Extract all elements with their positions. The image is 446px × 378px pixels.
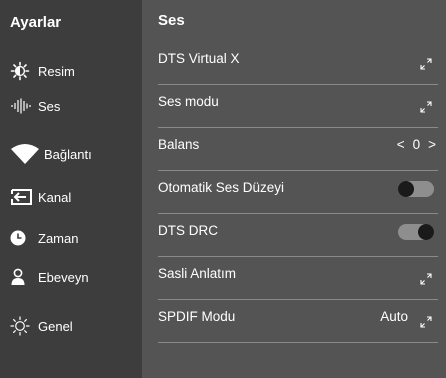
sidebar-item-label: Kanal	[38, 189, 72, 205]
sidebar: Ayarlar Resim Ses Bağlantı Kanal Zaman E…	[0, 0, 142, 378]
setting-row-balans[interactable]: Balans < 0 >	[158, 128, 438, 171]
wifi-icon	[10, 142, 44, 166]
setting-row-ses-modu[interactable]: Ses modu	[158, 85, 438, 128]
toggle-knob	[418, 224, 434, 240]
sidebar-item-genel[interactable]: Genel	[10, 313, 73, 339]
setting-row-sesli-anlatim[interactable]: Sasli Anlatım	[158, 257, 438, 300]
settings-screen: Ayarlar Resim Ses Bağlantı Kanal Zaman E…	[0, 0, 446, 378]
setting-row-dts-drc[interactable]: DTS DRC	[158, 214, 438, 257]
sidebar-item-zaman[interactable]: Zaman	[10, 225, 78, 251]
sidebar-item-label: Ebeveyn	[38, 269, 89, 285]
setting-label: Ses modu	[158, 94, 219, 109]
clock-icon	[10, 226, 38, 250]
sidebar-item-label: Bağlantı	[44, 146, 92, 162]
setting-row-otomatik-ses-duzeyi[interactable]: Otomatik Ses Düzeyi	[158, 171, 438, 214]
sidebar-item-resim[interactable]: Resim	[10, 58, 75, 84]
sidebar-title: Ayarlar	[10, 14, 62, 31]
toggle-switch-off[interactable]	[398, 181, 434, 197]
toggle-switch-on[interactable]	[398, 224, 434, 240]
user-icon	[10, 265, 38, 289]
setting-row-spdif-modu[interactable]: SPDIF Modu Auto	[158, 300, 438, 343]
toggle-knob	[398, 181, 414, 197]
balance-control[interactable]: < 0 >	[397, 137, 436, 152]
sidebar-item-label: Zaman	[38, 230, 79, 246]
balance-value: 0	[412, 137, 421, 152]
sidebar-item-label: Resim	[38, 63, 75, 79]
expand-icon	[420, 58, 432, 70]
setting-label: Balans	[158, 137, 200, 152]
expand-icon	[420, 273, 432, 285]
brightness-icon	[10, 59, 38, 83]
page-title: Ses	[158, 12, 185, 29]
sidebar-item-ebeveyn[interactable]: Ebeveyn	[10, 264, 89, 290]
setting-value: Auto	[380, 309, 408, 324]
sound-settings-panel: Ses DTS Virtual X Ses modu Balans < 0 >	[142, 0, 446, 378]
increase-arrow[interactable]: >	[428, 137, 436, 152]
setting-label: Sasli Anlatım	[158, 266, 237, 281]
setting-row-dts-virtual-x[interactable]: DTS Virtual X	[158, 42, 438, 85]
sound-wave-icon	[10, 94, 38, 118]
sidebar-item-label: Genel	[38, 318, 73, 334]
sidebar-item-baglanti[interactable]: Bağlantı	[10, 141, 92, 167]
setting-label: SPDIF Modu	[158, 309, 236, 324]
setting-label: DTS Virtual X	[158, 51, 240, 66]
decrease-arrow[interactable]: <	[397, 137, 405, 152]
setting-label: DTS DRC	[158, 223, 218, 238]
sidebar-item-ses[interactable]: Ses	[10, 93, 60, 119]
sidebar-item-kanal[interactable]: Kanal	[10, 184, 71, 210]
sidebar-item-label: Ses	[38, 98, 61, 114]
setting-label: Otomatik Ses Düzeyi	[158, 180, 285, 195]
input-icon	[10, 185, 38, 209]
sun-icon	[10, 314, 38, 338]
expand-icon	[420, 101, 432, 113]
expand-icon	[420, 316, 432, 328]
